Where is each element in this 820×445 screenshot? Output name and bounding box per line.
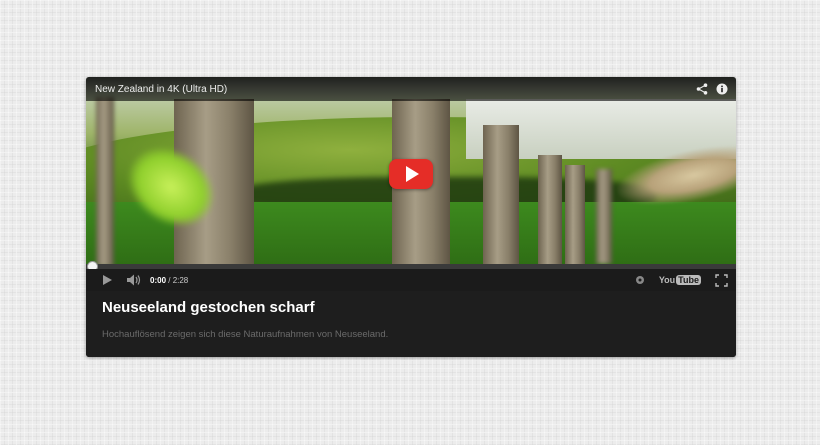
fence-post [565, 165, 585, 264]
video-title-bar: New Zealand in 4K (Ultra HD) [86, 77, 736, 101]
fullscreen-icon[interactable] [715, 273, 728, 287]
video-title[interactable]: New Zealand in 4K (Ultra HD) [86, 84, 227, 95]
youtube-logo[interactable]: You Tube [659, 275, 701, 285]
volume-icon[interactable] [126, 273, 142, 287]
current-time: 0:00 [150, 275, 167, 285]
fence-post [596, 169, 612, 264]
time-display: 0:00 / 2:28 [150, 276, 188, 285]
fence-post [483, 125, 519, 264]
time-separator: / [166, 275, 173, 285]
play-button[interactable] [389, 159, 433, 189]
fence-post [538, 155, 562, 264]
fence-post [96, 97, 114, 264]
title-bar-actions [696, 83, 736, 95]
video-headline: Neuseeland gestochen scharf [102, 299, 315, 316]
player-controls: 0:00 / 2:28 You Tube [86, 269, 736, 291]
share-icon[interactable] [696, 83, 708, 95]
video-card: New Zealand in 4K (Ultra HD) 0:00 / 2:28… [86, 77, 736, 357]
duration: 2:28 [172, 275, 189, 285]
controls-right: You Tube [635, 273, 736, 287]
video-description: Hochauflösend zeigen sich diese Naturauf… [102, 329, 389, 340]
video-player[interactable]: New Zealand in 4K (Ultra HD) [86, 77, 736, 264]
youtube-logo-you: You [658, 275, 676, 285]
play-icon[interactable] [100, 273, 114, 287]
gear-icon[interactable] [635, 275, 645, 285]
info-icon[interactable] [716, 83, 728, 95]
play-icon [406, 166, 419, 182]
youtube-logo-tube: Tube [676, 275, 701, 285]
video-info: Neuseeland gestochen scharf Hochauflösen… [86, 291, 736, 357]
